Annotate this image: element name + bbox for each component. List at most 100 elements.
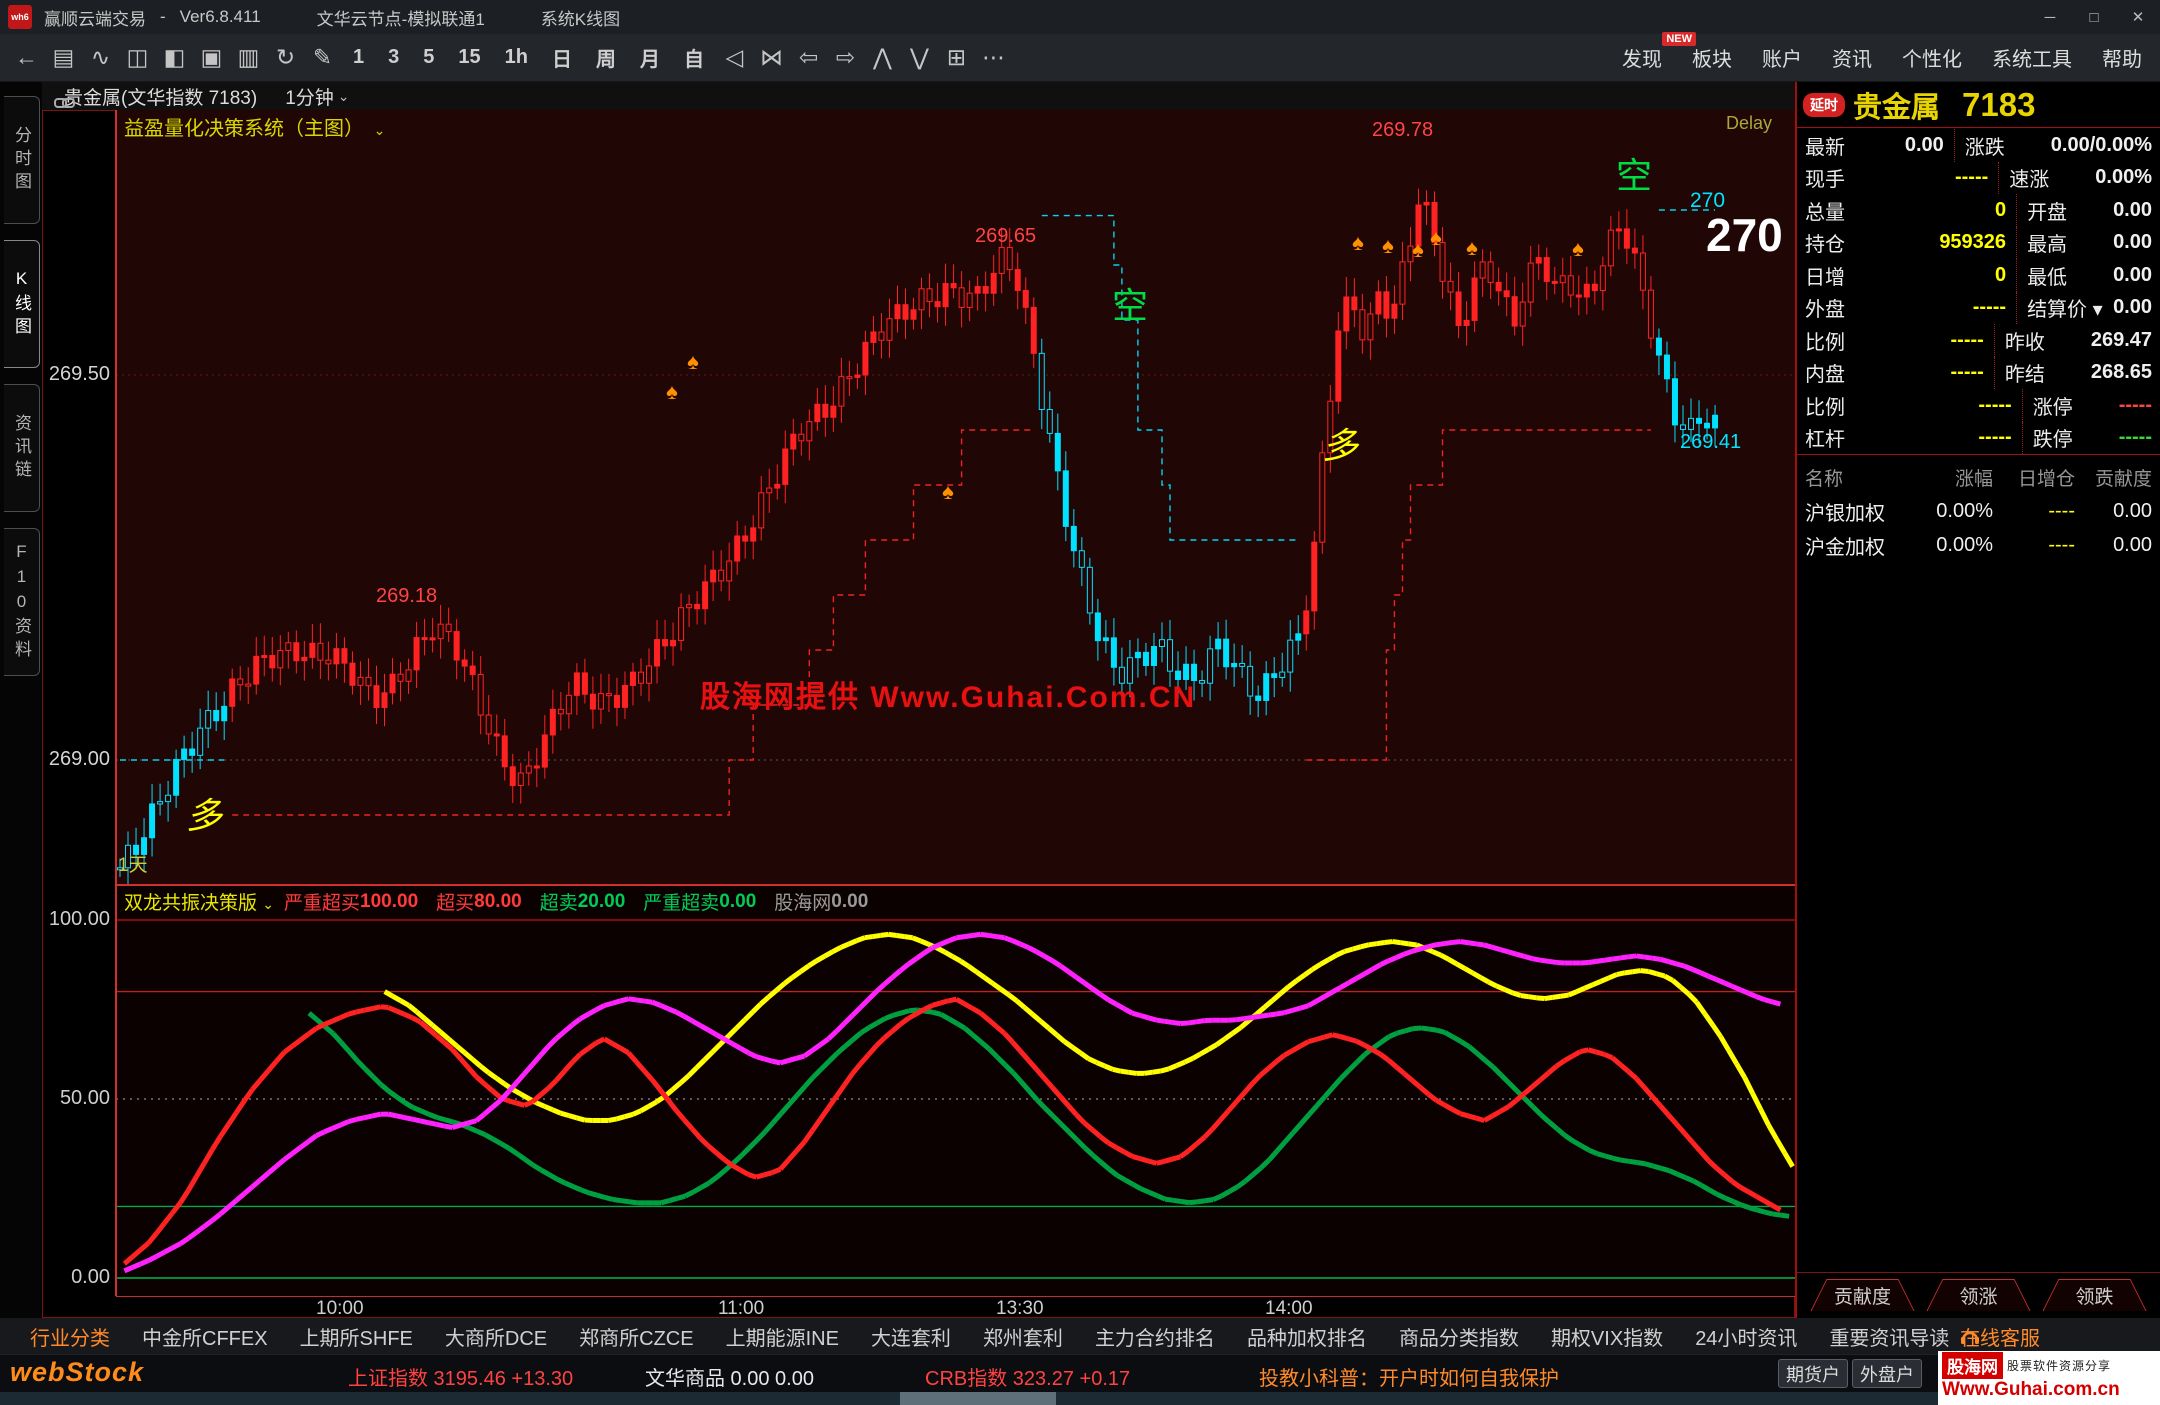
- market-tab-上期所SHFE[interactable]: 上期所SHFE: [298, 1318, 415, 1355]
- contribution-value: 0.00: [2075, 500, 2160, 523]
- quote-row: 日增0最低0.00: [1797, 259, 2160, 292]
- quote-value: -----: [1879, 329, 1994, 352]
- compress-left-icon[interactable]: ◁: [716, 44, 753, 71]
- save-icon[interactable]: ▥: [230, 44, 267, 71]
- contribution-header: 涨幅: [1915, 464, 1993, 491]
- sidebar-tab-F10资料[interactable]: F10资料: [4, 528, 40, 676]
- quote-label: 最高: [2017, 228, 2113, 257]
- market-tab-行业分类[interactable]: 行业分类: [28, 1318, 112, 1355]
- picture-in-picture-icon[interactable]: ▣: [193, 44, 230, 71]
- quote-value: -----: [1879, 166, 1998, 189]
- market-tab-主力合约排名[interactable]: 主力合约排名: [1093, 1318, 1217, 1355]
- quote-row: 内盘-----昨结268.65: [1797, 357, 2160, 390]
- market-tab-重要资讯导读[interactable]: 重要资讯导读: [1827, 1318, 1951, 1355]
- market-tab-上期能源INE[interactable]: 上期能源INE: [724, 1318, 841, 1355]
- chart-annotation: 270: [1706, 212, 1783, 258]
- period-button-1h[interactable]: 1h: [493, 46, 540, 69]
- symbol-name[interactable]: 贵金属(文华指数 7183): [64, 83, 257, 110]
- draw-line-icon[interactable]: ✎: [304, 44, 341, 71]
- period-button-3[interactable]: 3: [376, 46, 411, 69]
- period-selector[interactable]: 1分钟: [285, 83, 334, 110]
- horizontal-scrollbar[interactable]: [0, 1392, 2160, 1405]
- period-button-5[interactable]: 5: [411, 46, 446, 69]
- indicator-name[interactable]: 双龙共振决策版 ⌄: [124, 888, 284, 915]
- sidebar-tab-K线图[interactable]: K线图: [4, 240, 40, 368]
- quote-table-icon[interactable]: ▤: [45, 44, 82, 71]
- sidebar-tab-分时图[interactable]: 分时图: [4, 96, 40, 224]
- period-button-日[interactable]: 日: [540, 43, 584, 72]
- instrument-code: 7183: [1962, 86, 2035, 124]
- quote-label: 涨停: [2023, 391, 2119, 420]
- menu-item-系统工具[interactable]: 系统工具: [1992, 43, 2072, 72]
- menu-item-板块[interactable]: 板块: [1692, 43, 1732, 72]
- chart-annotation: 多: [186, 798, 222, 834]
- market-tab-大商所DCE[interactable]: 大商所DCE: [443, 1318, 549, 1355]
- zoom-out-icon[interactable]: ⋁: [901, 44, 938, 71]
- maximize-button[interactable]: □: [2072, 0, 2116, 34]
- period-button-自[interactable]: 自: [672, 43, 716, 72]
- contribution-header: 名称: [1797, 464, 1915, 491]
- market-tab-郑州套利[interactable]: 郑州套利: [981, 1318, 1065, 1355]
- market-tab-商品分类指数[interactable]: 商品分类指数: [1397, 1318, 1521, 1355]
- market-tab-大连套利[interactable]: 大连套利: [869, 1318, 953, 1355]
- period-button-1[interactable]: 1: [341, 46, 376, 69]
- period-button-月[interactable]: 月: [628, 43, 672, 72]
- back-icon[interactable]: ←: [8, 44, 45, 71]
- account-button-外盘户[interactable]: 外盘户: [1852, 1359, 1922, 1388]
- chevron-down-icon[interactable]: ⌄: [262, 896, 274, 912]
- account-button-期货户[interactable]: 期货户: [1778, 1359, 1848, 1388]
- panel-tab-label: 贡献度: [1812, 1280, 1914, 1311]
- pan-right-icon[interactable]: ⇨: [827, 44, 864, 71]
- panel-tab-领跌[interactable]: 领跌: [2043, 1279, 2147, 1311]
- chart-annotation: 269.41: [1680, 432, 1741, 452]
- period-button-周[interactable]: 周: [584, 43, 628, 72]
- app-logo-icon: wh6: [8, 5, 32, 29]
- panel-tab-label: 领跌: [2044, 1280, 2146, 1311]
- main-indicator-title[interactable]: 益盈量化决策系统（主图） ⌄: [124, 112, 385, 141]
- more-icon[interactable]: ⋯: [975, 44, 1012, 71]
- delay-badge: Delay: [1726, 113, 1772, 134]
- market-tab-中金所CFFEX[interactable]: 中金所CFFEX: [140, 1318, 270, 1355]
- chart-annotation: 269.18: [376, 586, 437, 606]
- chevron-down-icon[interactable]: ⌄: [338, 88, 350, 105]
- period-button-15[interactable]: 15: [446, 46, 492, 69]
- market-tab-24小时资讯[interactable]: 24小时资讯: [1693, 1318, 1799, 1355]
- quote-value: -----: [1879, 296, 2016, 319]
- close-button[interactable]: ✕: [2116, 0, 2160, 34]
- chart-annotation: 269.78: [1372, 120, 1433, 140]
- compress-right-icon[interactable]: ⋈: [753, 44, 790, 71]
- market-tab-品种加权排名[interactable]: 品种加权排名: [1245, 1318, 1369, 1355]
- indicator-param-value: 0.00: [719, 891, 756, 913]
- quote-row: 比例-----昨收269.47: [1797, 324, 2160, 357]
- menu-item-账户[interactable]: 账户: [1762, 43, 1802, 72]
- zoom-in-icon[interactable]: ⋀: [864, 44, 901, 71]
- pan-left-icon[interactable]: ⇦: [790, 44, 827, 71]
- menu-item-帮助[interactable]: 帮助: [2102, 43, 2142, 72]
- panel-tab-领涨[interactable]: 领涨: [1927, 1279, 2031, 1311]
- online-service-button[interactable]: 在线客服: [1960, 1322, 2040, 1351]
- title-separator: -: [160, 7, 166, 27]
- minimize-button[interactable]: ─: [2028, 0, 2072, 34]
- status-item: 文华商品 0.00 0.00: [645, 1362, 814, 1391]
- contribution-row[interactable]: 沪银加权0.00%----0.00: [1797, 494, 2160, 528]
- signal-spade-icon: ♠: [1572, 238, 1584, 260]
- market-tab-郑商所CZCE[interactable]: 郑商所CZCE: [577, 1318, 695, 1355]
- menu-item-发现[interactable]: 发现NEW: [1622, 43, 1662, 72]
- quote-value: -----: [2119, 394, 2160, 417]
- menu-item-个性化[interactable]: 个性化: [1902, 43, 1962, 72]
- panel-tab-贡献度[interactable]: 贡献度: [1811, 1279, 1915, 1311]
- signal-spade-icon: ♠: [1352, 232, 1364, 254]
- scrollbar-thumb[interactable]: [900, 1392, 1056, 1405]
- titlebar: wh6 赢顺云端交易 - Ver6.8.411 文华云节点-模拟联通1 系统K线…: [0, 0, 2160, 34]
- layout-grid-icon[interactable]: ⊞: [938, 44, 975, 71]
- quote-row-right: 最高0.00: [2016, 227, 2160, 260]
- market-tab-期权VIX指数[interactable]: 期权VIX指数: [1549, 1318, 1665, 1355]
- menu-item-资讯[interactable]: 资讯: [1832, 43, 1872, 72]
- instrument-name[interactable]: 贵金属: [1853, 84, 1940, 126]
- candlestick-chart-icon[interactable]: ◫: [119, 44, 156, 71]
- contribution-row[interactable]: 沪金加权0.00%----0.00: [1797, 528, 2160, 562]
- refresh-icon[interactable]: ↻: [267, 44, 304, 71]
- multi-period-icon[interactable]: ◧: [156, 44, 193, 71]
- sidebar-tab-资讯链[interactable]: 资讯链: [4, 384, 40, 512]
- timeshare-chart-icon[interactable]: ∿: [82, 44, 119, 71]
